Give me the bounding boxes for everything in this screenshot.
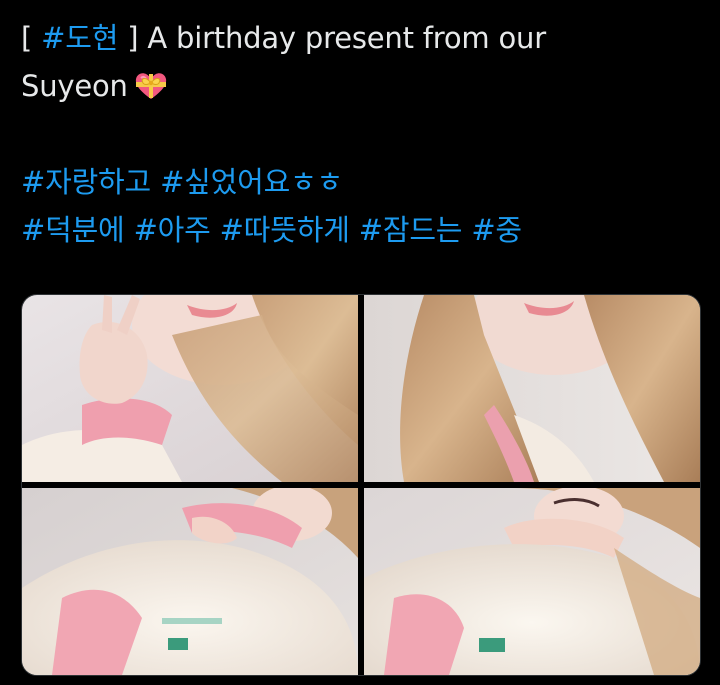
hashtag-row-2: #덕분에 #아주 #따뜻하게 #잠드는 #중 [21,206,701,254]
tweet-text-segment: Suyeon [21,69,128,103]
tweet-text-line-1: [ #도현 ] A birthday present from our [21,14,701,62]
photo-4[interactable] [364,488,700,675]
tweet-text-line-2: Suyeon [21,62,701,110]
photo-3[interactable] [22,488,358,675]
photo-4-image [364,488,700,675]
photo-2[interactable] [364,295,700,482]
heart-with-ribbon-icon [135,73,166,99]
photo-1-image [22,295,358,482]
media-grid [21,294,701,676]
hashtag-link[interactable]: #덕분에 [21,213,125,247]
photo-3-image [22,488,358,675]
photo-1[interactable] [22,295,358,482]
tweet-text-segment: ] A birthday present from our [118,21,546,55]
hashtag-link[interactable]: #잠드는 [359,213,463,247]
hashtag-link[interactable]: #따뜻하게 [220,213,350,247]
hashtag-link[interactable]: #자랑하고 [21,165,151,199]
photo-2-image [364,295,700,482]
hashtag-link[interactable]: #중 [471,213,522,247]
tweet-text: [ #도현 ] A birthday present from our Suye… [21,14,701,254]
hashtag-row-1: #자랑하고 #싶었어요ㅎㅎ [21,158,701,206]
hashtag-link[interactable]: #싶었어요ㅎㅎ [160,165,343,199]
hashtag-link[interactable]: #아주 [134,213,211,247]
bracket-open: [ [21,21,42,55]
tweet: [ #도현 ] A birthday present from our Suye… [0,0,720,685]
hashtag-link[interactable]: #도현 [41,21,118,55]
